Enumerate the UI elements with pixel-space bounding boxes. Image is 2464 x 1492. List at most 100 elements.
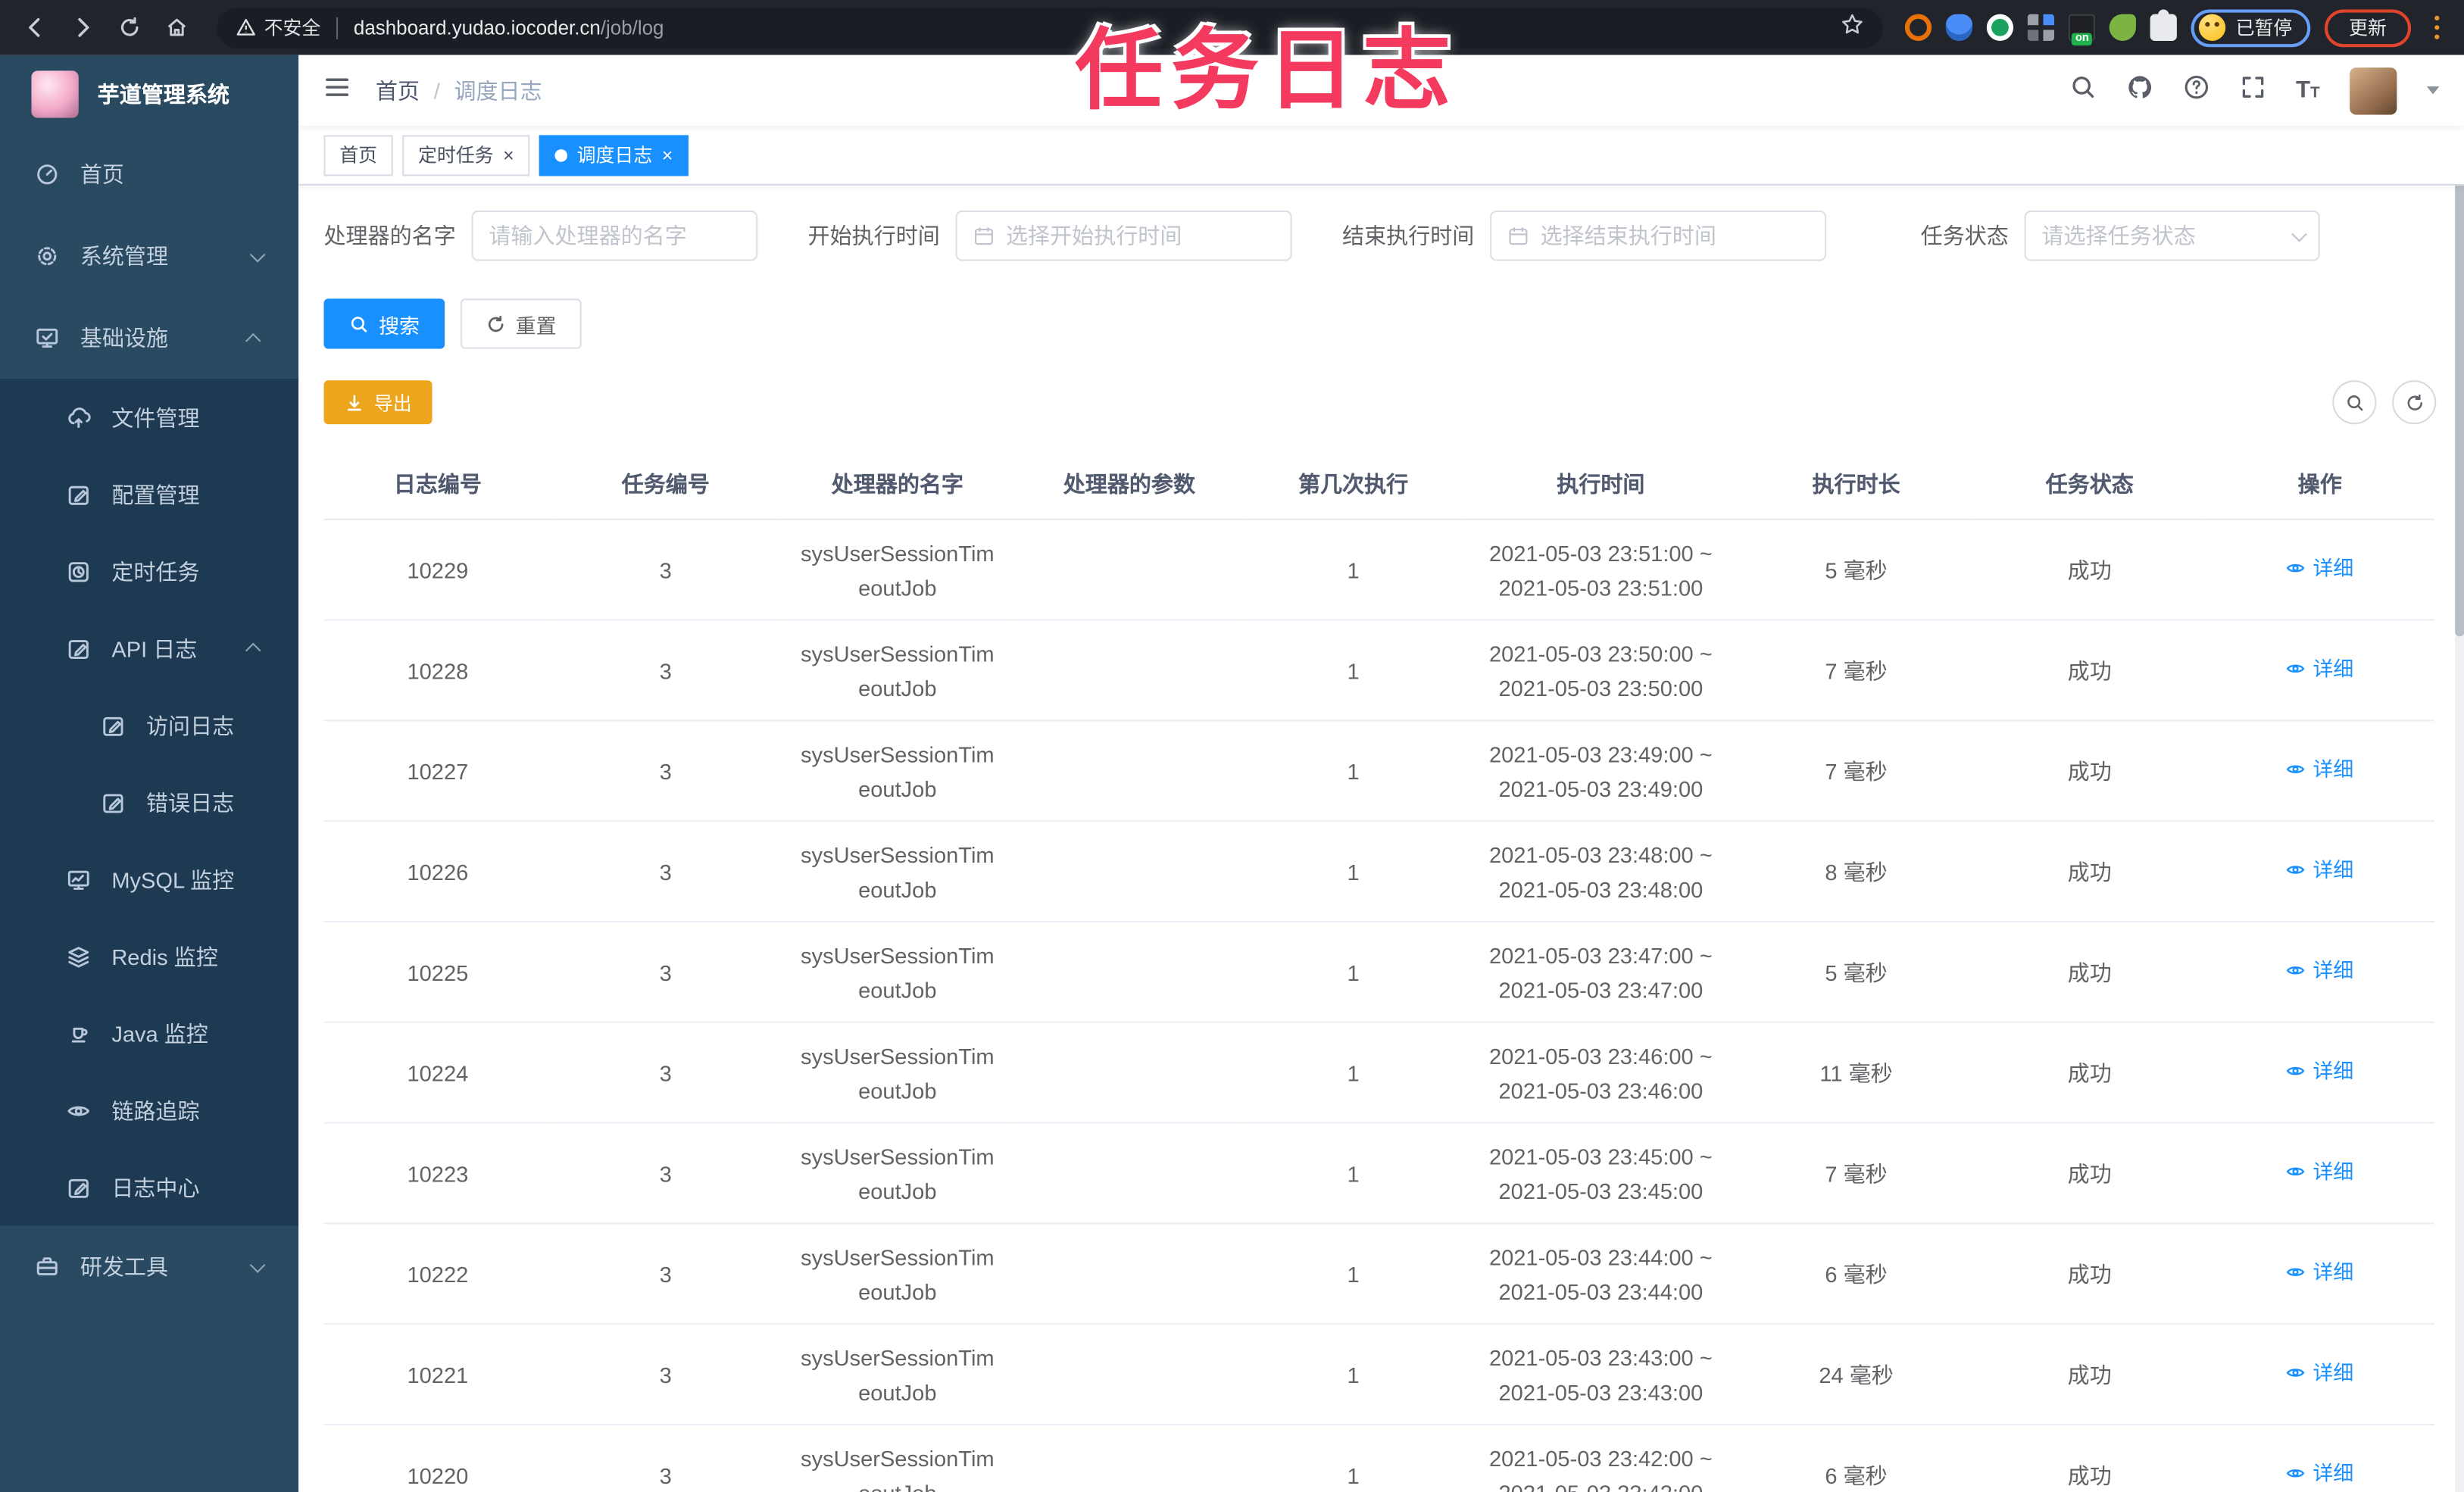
avatar-caret-icon[interactable] — [2426, 86, 2440, 95]
url-bar[interactable]: 不安全 dashboard.yudao.iocoder.cn/job/log — [217, 7, 1884, 48]
begin-time-input[interactable] — [1006, 223, 1275, 248]
bookmark-star-icon[interactable] — [1841, 12, 1865, 44]
hamburger-icon[interactable] — [323, 73, 350, 108]
column-header: 任务编号 — [551, 449, 780, 520]
sidebar-item-access-logs[interactable]: 访问日志 — [0, 686, 299, 764]
sidebar-item-java-monitor[interactable]: Java 监控 — [0, 994, 299, 1072]
close-icon[interactable] — [503, 145, 514, 164]
table-cell: 10228 — [323, 620, 552, 722]
close-icon[interactable] — [662, 145, 673, 164]
sidebar-item-log-center[interactable]: 日志中心 — [0, 1148, 299, 1226]
user-avatar[interactable] — [2350, 67, 2397, 114]
back-icon[interactable] — [16, 8, 54, 46]
export-button[interactable]: 导出 — [323, 380, 433, 425]
table-cell: 3 — [551, 821, 780, 923]
detail-link[interactable]: 详细 — [2286, 1356, 2353, 1391]
table-cell: 2021-05-03 23:50:00 ~2021-05-03 23:50:00 — [1463, 620, 1738, 722]
table-cell: 详细 — [2205, 1022, 2435, 1124]
handler-name-input[interactable] — [489, 223, 741, 248]
extensions-puzzle-icon[interactable] — [2150, 9, 2178, 41]
table-cell — [1015, 1223, 1244, 1325]
status-select-input[interactable] — [2041, 223, 2281, 248]
sidebar-item-scheduled-tasks[interactable]: 定时任务 — [0, 532, 299, 610]
table-row: 10227 3 sysUserSessionTim eoutJob 1 2021-05-0… — [323, 720, 2435, 822]
detail-link[interactable]: 详细 — [2286, 1255, 2353, 1290]
table-row: 10229 3 sysUserSessionTim eoutJob 1 2021-05-0… — [323, 519, 2435, 621]
begin-time-label: 开始执行时间 — [807, 223, 940, 248]
security-warning[interactable]: 不安全 — [236, 14, 320, 41]
table-cell: sysUserSessionTimeoutJob — [779, 620, 1016, 722]
security-label: 不安全 — [264, 17, 321, 39]
sidebar-item-dev-tools[interactable]: 研发工具 — [0, 1226, 298, 1308]
extension-blue-icon[interactable] — [1946, 14, 1974, 41]
sidebar-item-home[interactable]: 首页 — [0, 133, 298, 215]
header-search-icon[interactable] — [2069, 73, 2096, 108]
table-cell: 1 — [1243, 1223, 1463, 1325]
detail-link[interactable]: 详细 — [2286, 1155, 2353, 1190]
tab-job-log[interactable]: 调度日志 — [539, 134, 689, 176]
detail-link[interactable]: 详细 — [2286, 954, 2353, 988]
browser-update-button[interactable]: 更新 — [2325, 8, 2411, 47]
active-dot — [554, 148, 568, 161]
table-cell: 2021-05-03 23:42:00 ~2021-05-03 23:42:00 — [1463, 1424, 1738, 1492]
toggle-search-button[interactable] — [2332, 380, 2377, 425]
extension-leaf-icon[interactable] — [2110, 14, 2137, 41]
home-icon[interactable] — [158, 8, 195, 46]
sidebar-item-error-logs[interactable]: 错误日志 — [0, 763, 299, 841]
eye-icon — [2287, 866, 2306, 875]
sidebar-item-file-management[interactable]: 文件管理 — [0, 379, 299, 456]
font-size-icon[interactable]: TT — [2296, 77, 2320, 104]
detail-link[interactable]: 详细 — [2286, 752, 2353, 787]
table-cell: 2021-05-03 23:44:00 ~2021-05-03 23:44:00 — [1463, 1223, 1738, 1325]
detail-link[interactable]: 详细 — [2286, 853, 2353, 888]
eye-icon — [2287, 665, 2306, 673]
search-button[interactable]: 搜索 — [323, 298, 445, 349]
eye-icon — [2287, 1168, 2306, 1176]
scrollbar-thumb[interactable] — [2455, 117, 2464, 637]
sidebar-item-label: 系统管理 — [80, 243, 169, 269]
table-row: 10228 3 sysUserSessionTim eoutJob 1 2021-05-0… — [323, 620, 2435, 722]
tab-scheduled-tasks[interactable]: 定时任务 — [402, 134, 530, 176]
sidebar-item-infrastructure[interactable]: 基础设施 — [0, 297, 298, 379]
sidebar-item-mysql-monitor[interactable]: MySQL 监控 — [0, 841, 299, 918]
table-cell: sysUserSessionTimeoutJob — [779, 1122, 1016, 1225]
reload-icon[interactable] — [110, 8, 148, 46]
extension-green-check-icon[interactable] — [1987, 14, 2015, 41]
profile-paused-badge[interactable]: 已暂停 — [2191, 8, 2312, 47]
extension-grid-icon[interactable] — [2028, 14, 2055, 41]
sidebar-item-redis-monitor[interactable]: Redis 监控 — [0, 917, 299, 995]
sidebar-item-trace[interactable]: 链路追踪 — [0, 1072, 299, 1149]
breadcrumb-current: 调度日志 — [454, 77, 542, 103]
forward-icon[interactable] — [63, 8, 101, 46]
scrollbar[interactable] — [2455, 55, 2464, 1492]
table-cell: 3 — [551, 1424, 780, 1492]
fullscreen-icon[interactable] — [2239, 73, 2266, 108]
breadcrumb-home[interactable]: 首页 — [376, 75, 420, 107]
status-select[interactable] — [2024, 211, 2320, 261]
sidebar-item-label: 访问日志 — [145, 713, 235, 738]
table-cell: 10226 — [323, 821, 552, 923]
extension-on-badge-icon[interactable]: on — [2069, 14, 2096, 46]
app-logo-row[interactable]: 芋道管理系统 — [0, 55, 298, 134]
sidebar-item-api-logs[interactable]: API 日志 — [0, 610, 299, 687]
status-label: 任务状态 — [1920, 223, 2009, 248]
sidebar-item-config-management[interactable]: 配置管理 — [0, 455, 299, 533]
table-cell: 1 — [1243, 1324, 1463, 1426]
reset-button[interactable]: 重置 — [461, 298, 582, 349]
table-cell: 2021-05-03 23:49:00 ~2021-05-03 23:49:00 — [1463, 720, 1738, 822]
sidebar-item-system-management[interactable]: 系统管理 — [0, 215, 298, 297]
detail-link[interactable]: 详细 — [2286, 551, 2353, 586]
refresh-table-button[interactable] — [2392, 380, 2437, 425]
sidebar-item-label: 链路追踪 — [111, 1097, 200, 1123]
end-time-input[interactable] — [1540, 223, 1810, 248]
tab-home[interactable]: 首页 — [323, 134, 393, 176]
table-row: 10222 3 sysUserSessionTim eoutJob 1 2021-05-0… — [323, 1223, 2435, 1325]
help-icon[interactable] — [2183, 73, 2209, 108]
warning-icon — [236, 19, 255, 36]
detail-link[interactable]: 详细 — [2286, 1456, 2353, 1491]
browser-menu-icon[interactable] — [2425, 15, 2449, 40]
github-icon[interactable] — [2126, 73, 2153, 108]
extension-orange-icon[interactable] — [1905, 14, 1933, 41]
detail-link[interactable]: 详细 — [2286, 1054, 2353, 1089]
detail-link[interactable]: 详细 — [2286, 652, 2353, 687]
